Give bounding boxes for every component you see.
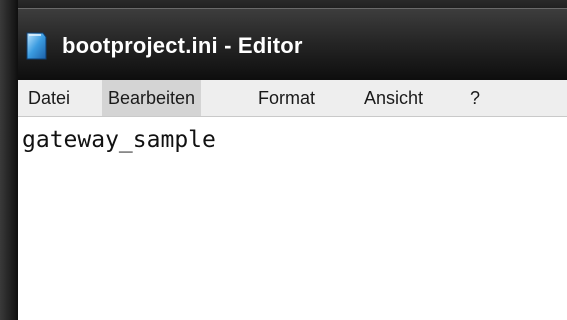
editor-content[interactable]: gateway_sample <box>22 127 216 153</box>
editor-window: bootproject.ini - Editor Datei Bearbeite… <box>18 8 567 320</box>
text-editor-area[interactable]: gateway_sample <box>18 117 567 320</box>
menu-bearbeiten[interactable]: Bearbeiten <box>102 80 202 116</box>
menu-ansicht[interactable]: Ansicht <box>358 80 429 116</box>
menu-bar: Datei Bearbeiten Format Ansicht ? <box>18 80 567 117</box>
menu-help[interactable]: ? <box>464 80 486 116</box>
screen: bootproject.ini - Editor Datei Bearbeite… <box>0 0 567 320</box>
window-title: bootproject.ini - Editor <box>62 33 303 58</box>
menu-datei[interactable]: Datei <box>22 80 76 116</box>
notepad-icon[interactable] <box>24 31 48 61</box>
window-frame-left <box>0 0 18 320</box>
menu-format[interactable]: Format <box>252 80 321 116</box>
title-bar[interactable]: bootproject.ini - Editor <box>18 8 567 81</box>
